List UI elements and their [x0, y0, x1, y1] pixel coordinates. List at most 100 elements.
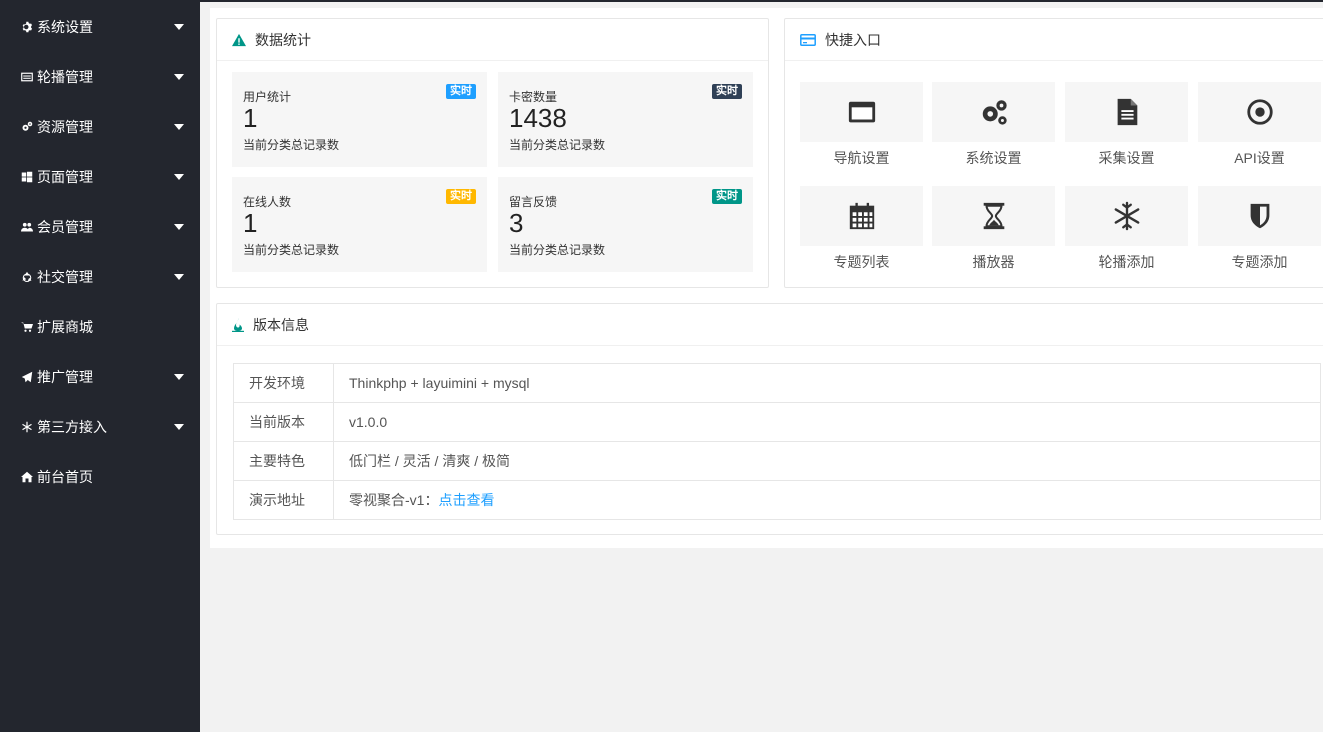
quick-item-label: 播放器 [972, 254, 1015, 270]
file-text-icon [1117, 98, 1137, 126]
quick-item-nav-settings[interactable]: 导航设置 [800, 82, 923, 168]
top-bar-edge [200, 0, 1323, 2]
caret-down-icon [174, 374, 184, 380]
home-icon [20, 470, 34, 484]
credit-card-icon [800, 33, 816, 46]
sidebar-item-social[interactable]: 社交管理 [0, 252, 200, 302]
sidebar-item-label: 系统设置 [37, 19, 93, 35]
stat-subtitle: 当前分类总记录数 [509, 243, 606, 257]
sidebar-item-label: 页面管理 [37, 169, 93, 185]
quick-item-label: 采集设置 [1098, 150, 1155, 166]
caret-down-icon [174, 74, 184, 80]
sidebar-item-label: 轮播管理 [37, 69, 93, 85]
stats-card: 数据统计 用户统计 实时 1 当前分类总记录数 卡密数量 实时 1438 当前分… [216, 18, 769, 288]
realtime-badge: 实时 [712, 84, 742, 99]
paper-plane-icon [20, 370, 34, 384]
quick-entry-title: 快捷入口 [825, 31, 881, 48]
quick-item-api-settings[interactable]: API设置 [1198, 82, 1321, 168]
sidebar-item-label: 会员管理 [37, 219, 93, 235]
quick-item-player[interactable]: 播放器 [932, 186, 1055, 272]
version-card-header: 版本信息 [217, 304, 1323, 346]
quick-item-carousel-add[interactable]: 轮播添加 [1065, 186, 1188, 272]
stats-card-header: 数据统计 [217, 19, 768, 61]
version-table: 开发环境 Thinkphp + layuimini + mysql 当前版本 v… [233, 363, 1321, 520]
stat-subtitle: 当前分类总记录数 [243, 138, 340, 152]
version-key: 演示地址 [233, 480, 334, 520]
table-row: 开发环境 Thinkphp + layuimini + mysql [233, 363, 1321, 403]
hourglass-icon [983, 202, 1004, 230]
sidebar: 系统设置 轮播管理 资源管理 页面管理 会员管理 社交管理 扩展商城 推广管理 … [0, 0, 200, 732]
stat-card-online[interactable]: 在线人数 实时 1 当前分类总记录数 [232, 177, 487, 272]
sidebar-item-third-party[interactable]: 第三方接入 [0, 402, 200, 452]
caret-down-icon [174, 124, 184, 130]
sidebar-item-label: 推广管理 [37, 369, 93, 385]
stat-card-users[interactable]: 用户统计 实时 1 当前分类总记录数 [232, 72, 487, 167]
version-value: 低门栏 / 灵活 / 清爽 / 极简 [333, 441, 1321, 481]
stats-card-title: 数据统计 [255, 31, 311, 48]
warning-icon [232, 33, 246, 46]
sidebar-item-store[interactable]: 扩展商城 [0, 302, 200, 352]
stat-value: 1438 [509, 103, 567, 133]
sidebar-item-label: 社交管理 [37, 269, 93, 285]
sidebar-item-pages[interactable]: 页面管理 [0, 152, 200, 202]
quick-item-label: 导航设置 [833, 150, 890, 166]
caret-down-icon [174, 174, 184, 180]
realtime-badge: 实时 [446, 84, 476, 99]
sidebar-item-members[interactable]: 会员管理 [0, 202, 200, 252]
sidebar-item-carousel[interactable]: 轮播管理 [0, 52, 200, 102]
stat-subtitle: 当前分类总记录数 [509, 138, 606, 152]
quick-item-label: 专题添加 [1231, 254, 1288, 270]
version-value-cell: 零视聚合-v1：点击查看 [333, 480, 1321, 520]
version-card-title: 版本信息 [253, 316, 309, 333]
quick-entry-header: 快捷入口 [785, 19, 1323, 61]
shield-icon [1250, 203, 1269, 229]
sidebar-item-promotion[interactable]: 推广管理 [0, 352, 200, 402]
windows-icon [20, 170, 34, 184]
sidebar-item-label: 前台首页 [37, 469, 93, 485]
quick-item-label: API设置 [1234, 150, 1285, 166]
stat-value: 3 [509, 208, 524, 238]
table-row: 当前版本 v1.0.0 [233, 402, 1321, 442]
version-key: 当前版本 [233, 402, 334, 442]
sidebar-item-label: 扩展商城 [37, 319, 93, 335]
cart-icon [20, 320, 34, 334]
sidebar-item-label: 资源管理 [37, 119, 93, 135]
gears-icon [20, 120, 34, 134]
quick-entry-card: 快捷入口 导航设置 系统设置 采集设置 API设置 专题列表 播放器 轮播添加 … [784, 18, 1323, 288]
dot-circle-icon [1246, 99, 1273, 125]
demo-link[interactable]: 点击查看 [438, 492, 494, 508]
sidebar-item-resources[interactable]: 资源管理 [0, 102, 200, 152]
window-icon [848, 101, 875, 123]
quick-item-label: 专题列表 [833, 254, 890, 270]
users-icon [20, 220, 34, 234]
stat-value: 1 [243, 103, 258, 133]
table-row: 主要特色 低门栏 / 灵活 / 清爽 / 极简 [233, 441, 1321, 481]
gears-icon [982, 100, 1007, 125]
fire-icon [232, 317, 244, 332]
snowflake-icon [20, 420, 34, 434]
quick-item-label: 系统设置 [965, 150, 1022, 166]
recycle-icon [20, 270, 34, 284]
slides-icon [20, 70, 34, 84]
table-row: 演示地址 零视聚合-v1：点击查看 [233, 480, 1321, 520]
quick-item-system-settings[interactable]: 系统设置 [932, 82, 1055, 168]
stat-value: 1 [243, 208, 258, 238]
quick-item-collect-settings[interactable]: 采集设置 [1065, 82, 1188, 168]
snowflake-icon [1114, 201, 1139, 231]
version-key: 开发环境 [233, 363, 334, 403]
sidebar-item-system-settings[interactable]: 系统设置 [0, 2, 200, 52]
version-key: 主要特色 [233, 441, 334, 481]
sidebar-item-home[interactable]: 前台首页 [0, 452, 200, 502]
version-card: 版本信息 开发环境 Thinkphp + layuimini + mysql 当… [216, 303, 1323, 535]
caret-down-icon [174, 24, 184, 30]
sidebar-item-label: 第三方接入 [37, 419, 107, 435]
stat-card-feedback[interactable]: 留言反馈 实时 3 当前分类总记录数 [498, 177, 753, 272]
caret-down-icon [174, 424, 184, 430]
quick-item-topic-add[interactable]: 专题添加 [1198, 186, 1321, 272]
gear-icon [20, 20, 34, 34]
realtime-badge: 实时 [446, 189, 476, 204]
caret-down-icon [174, 224, 184, 230]
calendar-icon [849, 202, 874, 230]
quick-item-topic-list[interactable]: 专题列表 [800, 186, 923, 272]
stat-card-card-keys[interactable]: 卡密数量 实时 1438 当前分类总记录数 [498, 72, 753, 167]
